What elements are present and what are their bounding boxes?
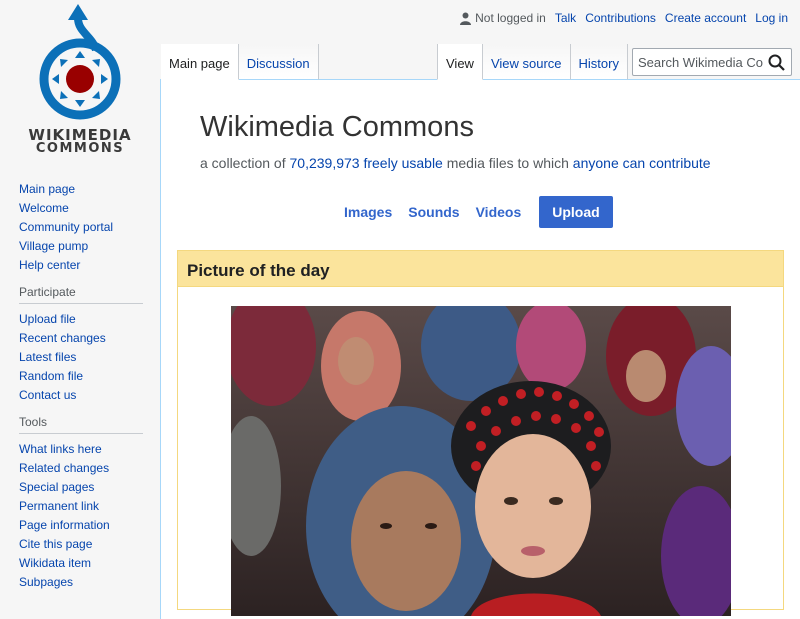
sidebar-item-main-page[interactable]: Main page: [19, 182, 75, 196]
personal-tools: Not logged in Talk Contributions Create …: [451, 11, 788, 25]
images-link[interactable]: Images: [344, 204, 392, 220]
tagline-middle: media files to which: [442, 155, 573, 171]
search-box: [632, 48, 792, 76]
upload-button[interactable]: Upload: [539, 196, 613, 228]
tagline-prefix: a collection of: [200, 155, 290, 171]
tab-main-page[interactable]: Main page: [161, 44, 239, 80]
contribute-link[interactable]: anyone can contribute: [573, 155, 711, 171]
media-count-link[interactable]: 70,239,973 freely usable: [290, 155, 443, 171]
commons-logo-icon: [39, 4, 121, 120]
search-icon[interactable]: [768, 54, 785, 76]
talk-link[interactable]: Talk: [555, 11, 576, 25]
sidebar-item-what-links-here[interactable]: What links here: [19, 442, 102, 456]
sidebar-item-random-file[interactable]: Random file: [19, 369, 83, 383]
sidebar-item-upload-file[interactable]: Upload file: [19, 312, 76, 326]
page-title: Wikimedia Commons: [200, 111, 474, 143]
potd-image[interactable]: [231, 306, 731, 616]
sidebar-item-welcome[interactable]: Welcome: [19, 201, 69, 215]
tab-history[interactable]: History: [570, 44, 628, 80]
contributions-link[interactable]: Contributions: [585, 11, 656, 25]
wikimedia-commons-logo[interactable]: WIKIMEDIA COMMONS: [0, 0, 160, 160]
sidebar-item-village-pump[interactable]: Village pump: [19, 239, 88, 253]
page-tagline: a collection of 70,239,973 freely usable…: [200, 155, 711, 171]
sidebar-item-contact-us[interactable]: Contact us: [19, 388, 76, 402]
user-icon: [460, 12, 472, 25]
sidebar-participate: Participate Upload file Recent changes L…: [19, 285, 160, 405]
sidebar-item-wikidata-item[interactable]: Wikidata item: [19, 556, 91, 570]
sidebar-item-community-portal[interactable]: Community portal: [19, 220, 113, 234]
logo-wordmark-line2: COMMONS: [35, 141, 125, 156]
sidebar: Main page Welcome Community portal Villa…: [0, 180, 160, 602]
sidebar-item-page-information[interactable]: Page information: [19, 518, 110, 532]
view-tabs: View View source History: [437, 44, 628, 80]
sidebar-item-special-pages[interactable]: Special pages: [19, 480, 94, 494]
participate-heading: Participate: [19, 285, 143, 304]
log-in-link[interactable]: Log in: [755, 11, 788, 25]
potd-heading: Picture of the day: [178, 251, 783, 287]
sidebar-item-related-changes[interactable]: Related changes: [19, 461, 109, 475]
tab-discussion[interactable]: Discussion: [238, 44, 319, 80]
tab-view[interactable]: View: [437, 44, 483, 80]
tools-heading: Tools: [19, 415, 143, 434]
sidebar-navigation: Main page Welcome Community portal Villa…: [19, 180, 160, 275]
sidebar-item-subpages[interactable]: Subpages: [19, 575, 73, 589]
sidebar-item-permanent-link[interactable]: Permanent link: [19, 499, 99, 513]
create-account-link[interactable]: Create account: [665, 11, 746, 25]
picture-of-the-day-box: Picture of the day: [177, 250, 784, 616]
tab-view-source[interactable]: View source: [482, 44, 571, 80]
namespace-tabs: Main page Discussion: [161, 44, 319, 80]
sounds-link[interactable]: Sounds: [408, 204, 459, 220]
not-logged-in-label: Not logged in: [475, 11, 546, 25]
sidebar-tools: Tools What links here Related changes Sp…: [19, 415, 160, 592]
sidebar-item-cite-this-page[interactable]: Cite this page: [19, 537, 92, 551]
sidebar-item-help-center[interactable]: Help center: [19, 258, 80, 272]
sidebar-item-recent-changes[interactable]: Recent changes: [19, 331, 106, 345]
media-nav: Images Sounds Videos Upload: [336, 196, 621, 228]
not-logged-in-status: Not logged in: [460, 11, 546, 25]
videos-link[interactable]: Videos: [476, 204, 522, 220]
sidebar-item-latest-files[interactable]: Latest files: [19, 350, 76, 364]
search-input[interactable]: [633, 49, 763, 75]
